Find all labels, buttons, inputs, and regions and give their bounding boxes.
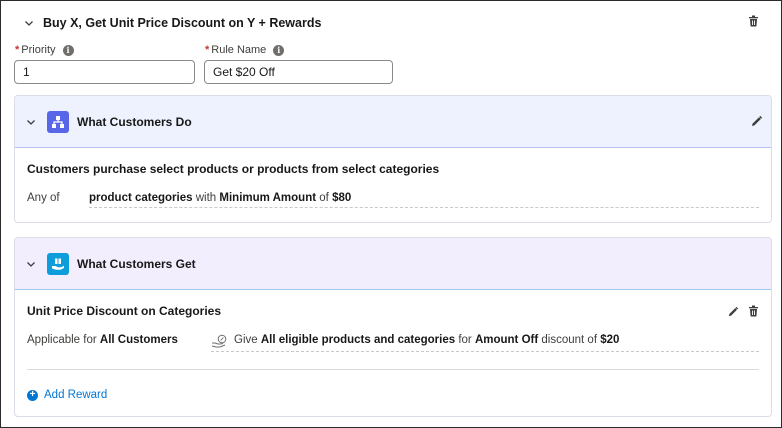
trash-icon[interactable] <box>748 15 759 30</box>
condition-underline <box>89 207 759 208</box>
what-customers-get-card: What Customers Get Unit Price Discount o… <box>14 237 772 417</box>
rule-panel: Buy X, Get Unit Price Discount on Y + Re… <box>0 0 782 428</box>
what-customers-do-card: What Customers Do Customers purchase sel… <box>14 95 772 223</box>
add-reward-button[interactable]: + Add Reward <box>27 389 107 401</box>
rule-name-input[interactable] <box>204 60 393 84</box>
pencil-icon[interactable] <box>750 115 763 131</box>
info-icon[interactable]: i <box>273 44 285 56</box>
trash-icon[interactable] <box>748 305 759 320</box>
divider <box>27 369 759 370</box>
what-customers-do-title: What Customers Do <box>77 114 192 129</box>
any-of-label: Any of <box>27 192 60 204</box>
priority-label: * Priority i <box>15 44 74 56</box>
reward-text[interactable]: Give All eligible products and categorie… <box>234 334 619 346</box>
info-icon[interactable]: i <box>62 44 74 56</box>
add-icon: + <box>27 389 38 401</box>
condition-text[interactable]: product categories with Minimum Amount o… <box>89 192 351 204</box>
pencil-icon[interactable] <box>727 306 739 321</box>
hierarchy-icon <box>47 110 69 133</box>
chevron-down-icon[interactable] <box>23 17 35 29</box>
what-customers-get-title: What Customers Get <box>77 256 196 271</box>
chevron-down-icon[interactable] <box>25 116 37 128</box>
reward-underline <box>211 351 759 352</box>
rule-title: Buy X, Get Unit Price Discount on Y + Re… <box>43 16 322 30</box>
what-customers-get-header[interactable]: What Customers Get <box>15 238 771 290</box>
rule-name-label: * Rule Name i <box>205 44 285 56</box>
customers-do-section-title: Customers purchase select products or pr… <box>27 162 440 176</box>
customers-get-section-title: Unit Price Discount on Categories <box>27 304 222 318</box>
discount-hand-icon <box>211 334 228 351</box>
rule-header: Buy X, Get Unit Price Discount on Y + Re… <box>23 13 767 33</box>
chevron-down-icon[interactable] <box>25 258 37 270</box>
gift-hand-icon <box>47 252 69 275</box>
priority-input[interactable] <box>14 60 195 84</box>
what-customers-do-header[interactable]: What Customers Do <box>15 96 771 148</box>
applicable-text: Applicable for All Customers <box>27 334 178 346</box>
